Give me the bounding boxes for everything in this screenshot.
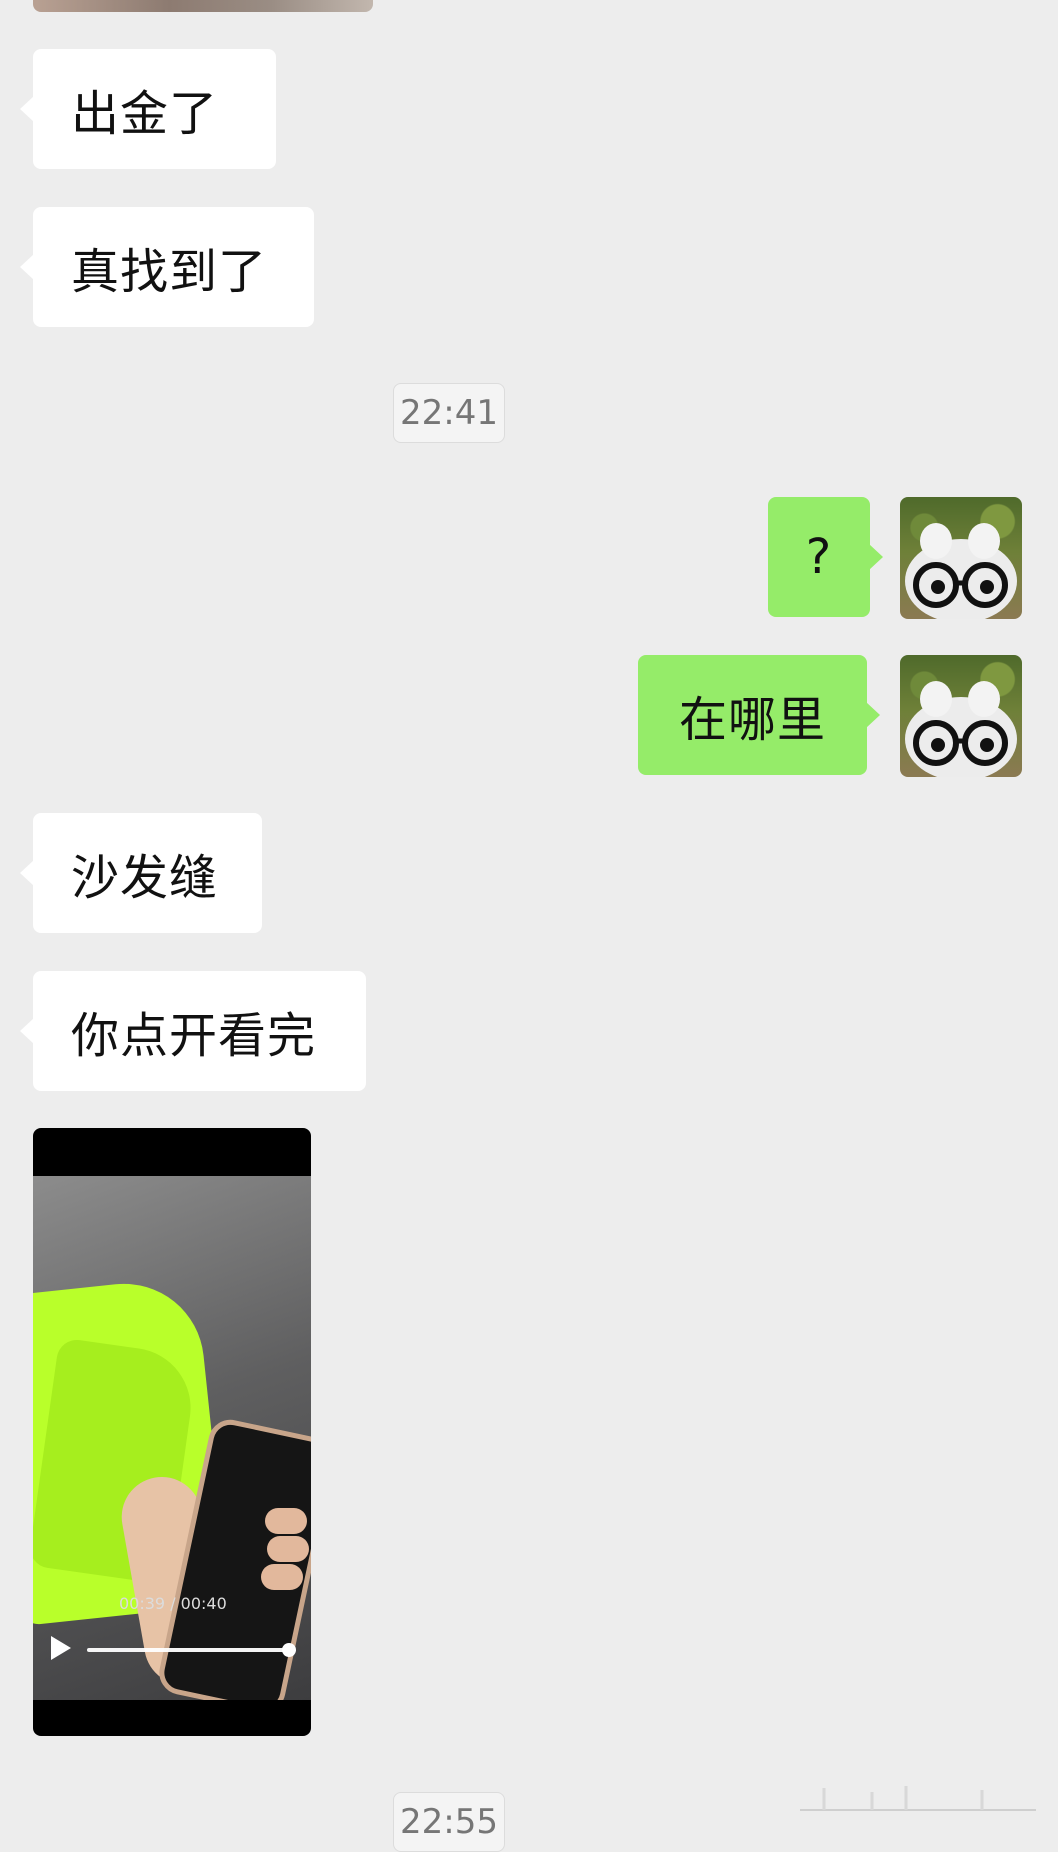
video-scene-finger: [261, 1564, 303, 1590]
user-avatar[interactable]: [900, 497, 1022, 619]
outgoing-message-bubble[interactable]: ?: [768, 497, 883, 617]
video-progress-bar[interactable]: [87, 1643, 296, 1657]
chat-timestamp: 22:55: [393, 1792, 505, 1852]
image-message-thumbnail[interactable]: [33, 0, 373, 12]
incoming-message-bubble[interactable]: 真找到了: [20, 207, 314, 327]
message-text: 你点开看完: [71, 1008, 317, 1064]
play-icon[interactable]: [51, 1636, 71, 1660]
video-time-label: 00:39 / 00:40: [119, 1594, 227, 1613]
chat-timestamp: 22:41: [393, 383, 505, 443]
timestamp-text: 22:41: [400, 393, 498, 433]
video-thumbnail: [33, 1176, 311, 1700]
incoming-message-bubble[interactable]: 出金了: [20, 49, 276, 169]
user-avatar[interactable]: [900, 655, 1022, 777]
plush-toy-with-glasses-avatar-icon: [905, 523, 1017, 619]
message-text: ?: [805, 529, 833, 585]
incoming-message-bubble[interactable]: 你点开看完: [20, 971, 366, 1091]
message-text: 真找到了: [71, 244, 268, 300]
video-message[interactable]: 00:39 / 00:40: [33, 1128, 311, 1736]
video-scene-finger: [265, 1508, 307, 1534]
plush-toy-with-glasses-avatar-icon: [905, 681, 1017, 777]
timestamp-text: 22:55: [400, 1802, 498, 1842]
message-text: 出金了: [71, 86, 219, 142]
incoming-message-bubble[interactable]: 沙发缝: [20, 813, 262, 933]
video-progress-knob[interactable]: [282, 1643, 296, 1657]
watermark-mark: [798, 1782, 1038, 1816]
message-text: 在哪里: [678, 692, 826, 748]
message-text: 沙发缝: [71, 850, 219, 906]
outgoing-message-bubble[interactable]: 在哪里: [638, 655, 880, 775]
video-scene-finger: [267, 1536, 309, 1562]
